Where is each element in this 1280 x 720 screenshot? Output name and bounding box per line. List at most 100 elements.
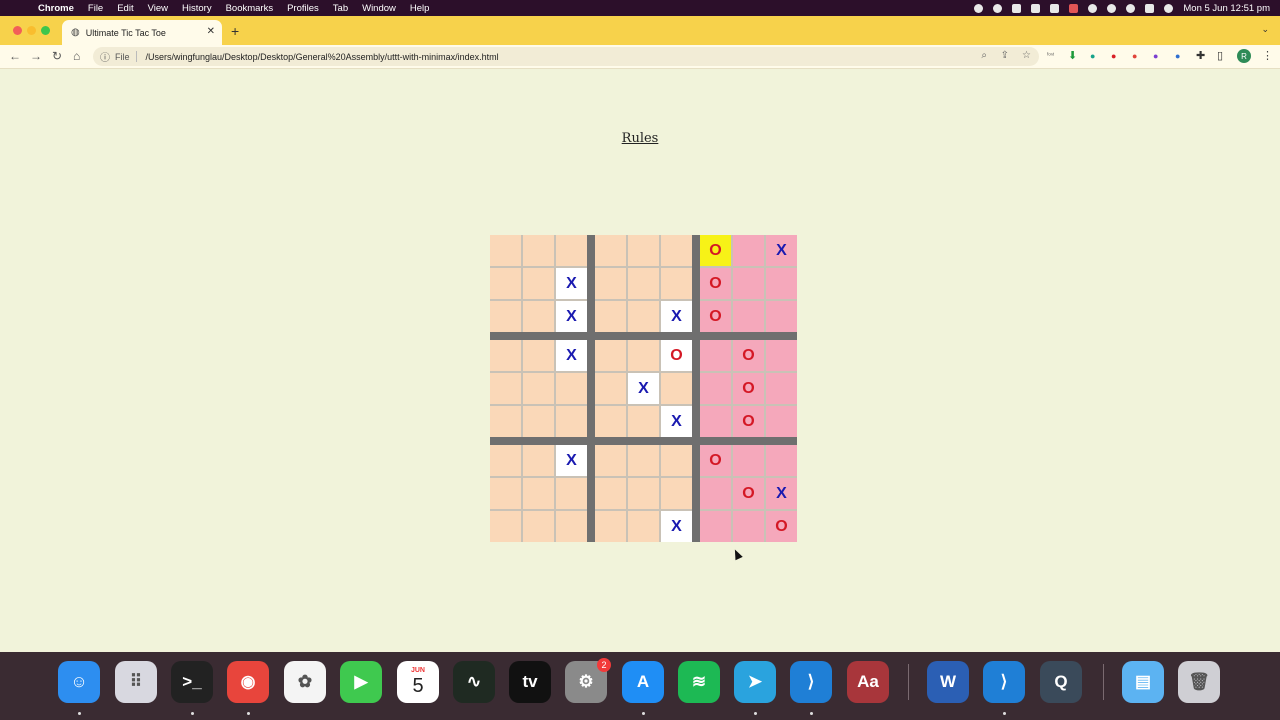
board-cell[interactable] — [628, 478, 659, 509]
board-cell[interactable] — [490, 268, 521, 299]
board-cell[interactable] — [733, 445, 764, 476]
board-cell[interactable]: X — [556, 268, 587, 299]
board-cell[interactable] — [490, 478, 521, 509]
board-cell[interactable]: O — [733, 406, 764, 437]
board-cell[interactable] — [556, 235, 587, 266]
board-cell[interactable] — [661, 268, 692, 299]
grammarly-extension-icon[interactable]: ● — [1090, 51, 1095, 61]
board-cell[interactable]: O — [733, 373, 764, 404]
grammarly-icon[interactable] — [993, 3, 1003, 13]
word-icon[interactable]: W — [927, 661, 969, 703]
downloads-folder-icon[interactable]: ▤ — [1122, 661, 1164, 703]
board-cell[interactable] — [523, 268, 554, 299]
board-cell[interactable] — [490, 373, 521, 404]
close-tab-icon[interactable]: ✕ — [207, 26, 215, 37]
board-cell[interactable] — [523, 373, 554, 404]
menu-window[interactable]: Window — [362, 3, 396, 14]
photos-icon[interactable]: ✿ — [284, 661, 326, 703]
terminal-icon[interactable]: >_ — [171, 661, 213, 703]
bookmark-star-icon[interactable]: ☆ — [1022, 50, 1031, 61]
tab-ultimate-tic-tac-toe[interactable]: ◍ Ultimate Tic Tac Toe ✕ — [62, 20, 222, 45]
forward-button[interactable]: → — [30, 49, 42, 63]
board-cell[interactable] — [490, 511, 521, 542]
board-cell[interactable] — [661, 373, 692, 404]
board-cell[interactable] — [700, 406, 731, 437]
board-cell[interactable]: X — [766, 478, 797, 509]
telegram-icon[interactable]: ➤ — [734, 661, 776, 703]
board-cell[interactable]: X — [661, 301, 692, 332]
board-cell[interactable] — [595, 511, 626, 542]
board-cell[interactable] — [490, 301, 521, 332]
finder-icon[interactable]: ☺ — [58, 661, 100, 703]
home-button[interactable]: ⌂ — [73, 49, 80, 63]
menu-tab[interactable]: Tab — [333, 3, 348, 14]
board-cell[interactable]: O — [700, 268, 731, 299]
board-cell[interactable] — [595, 373, 626, 404]
board-cell[interactable]: O — [700, 235, 731, 266]
vscode-2-icon[interactable]: ⟩ — [983, 661, 1025, 703]
back-button[interactable]: ← — [9, 49, 21, 63]
font-extension-icon[interactable]: ᶠᵒⁿᵗ — [1047, 53, 1054, 59]
board-cell[interactable] — [628, 445, 659, 476]
tab-search-icon[interactable]: ⌄ — [1261, 24, 1269, 35]
board-cell[interactable]: O — [661, 340, 692, 371]
extensions-puzzle-icon[interactable]: ✚ — [1196, 49, 1205, 62]
board-cell[interactable]: X — [661, 511, 692, 542]
board-cell[interactable] — [556, 511, 587, 542]
address-bar[interactable]: ⓘ File /Users/wingfunglau/Desktop/Deskto… — [93, 47, 1039, 66]
apple-tv-icon[interactable]: tv — [509, 661, 551, 703]
board-cell[interactable] — [733, 511, 764, 542]
board-cell[interactable]: O — [733, 340, 764, 371]
board-cell[interactable]: X — [556, 301, 587, 332]
menu-app-name[interactable]: Chrome — [38, 3, 74, 14]
board-cell[interactable]: X — [628, 373, 659, 404]
cloud-icon[interactable] — [1012, 3, 1022, 13]
site-info-icon[interactable]: ⓘ — [100, 49, 110, 64]
app-store-icon[interactable]: A — [622, 661, 664, 703]
close-window-button[interactable] — [13, 26, 22, 35]
board-cell[interactable] — [490, 406, 521, 437]
board-cell[interactable] — [523, 235, 554, 266]
menu-bookmarks[interactable]: Bookmarks — [226, 3, 274, 14]
minimize-window-button[interactable] — [27, 26, 36, 35]
zoom-window-button[interactable] — [41, 26, 50, 35]
board-cell[interactable] — [523, 301, 554, 332]
side-panel-icon[interactable]: ▯ — [1217, 49, 1223, 62]
board-cell[interactable] — [595, 235, 626, 266]
board-cell[interactable] — [595, 478, 626, 509]
board-cell[interactable]: O — [733, 478, 764, 509]
board-cell[interactable] — [556, 406, 587, 437]
board-cell[interactable] — [490, 235, 521, 266]
extension-c-icon[interactable]: ● — [1153, 51, 1158, 61]
menu-edit[interactable]: Edit — [117, 3, 133, 14]
screen-record-icon[interactable] — [974, 3, 984, 13]
user-icon[interactable] — [1107, 3, 1117, 13]
board-cell[interactable] — [766, 373, 797, 404]
lastpass-extension-icon[interactable]: ● — [1132, 51, 1137, 61]
board-cell[interactable] — [661, 235, 692, 266]
calendar-icon[interactable]: JUN 5 — [397, 661, 439, 703]
board-cell[interactable] — [595, 340, 626, 371]
board-cell[interactable] — [628, 511, 659, 542]
board-cell[interactable] — [628, 235, 659, 266]
siri-icon[interactable] — [1164, 3, 1174, 13]
board-cell[interactable]: X — [766, 235, 797, 266]
activity-monitor-icon[interactable]: ∿ — [453, 661, 495, 703]
share-icon[interactable]: ⇪ — [1001, 50, 1009, 61]
board-cell[interactable] — [595, 301, 626, 332]
board-cell[interactable] — [733, 301, 764, 332]
facetime-icon[interactable]: ▶ — [340, 661, 382, 703]
board-cell[interactable] — [523, 445, 554, 476]
reload-button[interactable]: ↻ — [52, 49, 62, 63]
board-cell[interactable] — [700, 373, 731, 404]
board-cell[interactable] — [490, 445, 521, 476]
board-cell[interactable]: X — [556, 445, 587, 476]
board-cell[interactable] — [523, 511, 554, 542]
board-cell[interactable] — [523, 340, 554, 371]
menu-view[interactable]: View — [148, 3, 168, 14]
board-cell[interactable] — [700, 478, 731, 509]
menu-clock[interactable]: Mon 5 Jun 12:51 pm — [1183, 3, 1270, 14]
board-cell[interactable]: X — [661, 406, 692, 437]
board-cell[interactable] — [556, 478, 587, 509]
board-cell[interactable]: O — [700, 445, 731, 476]
